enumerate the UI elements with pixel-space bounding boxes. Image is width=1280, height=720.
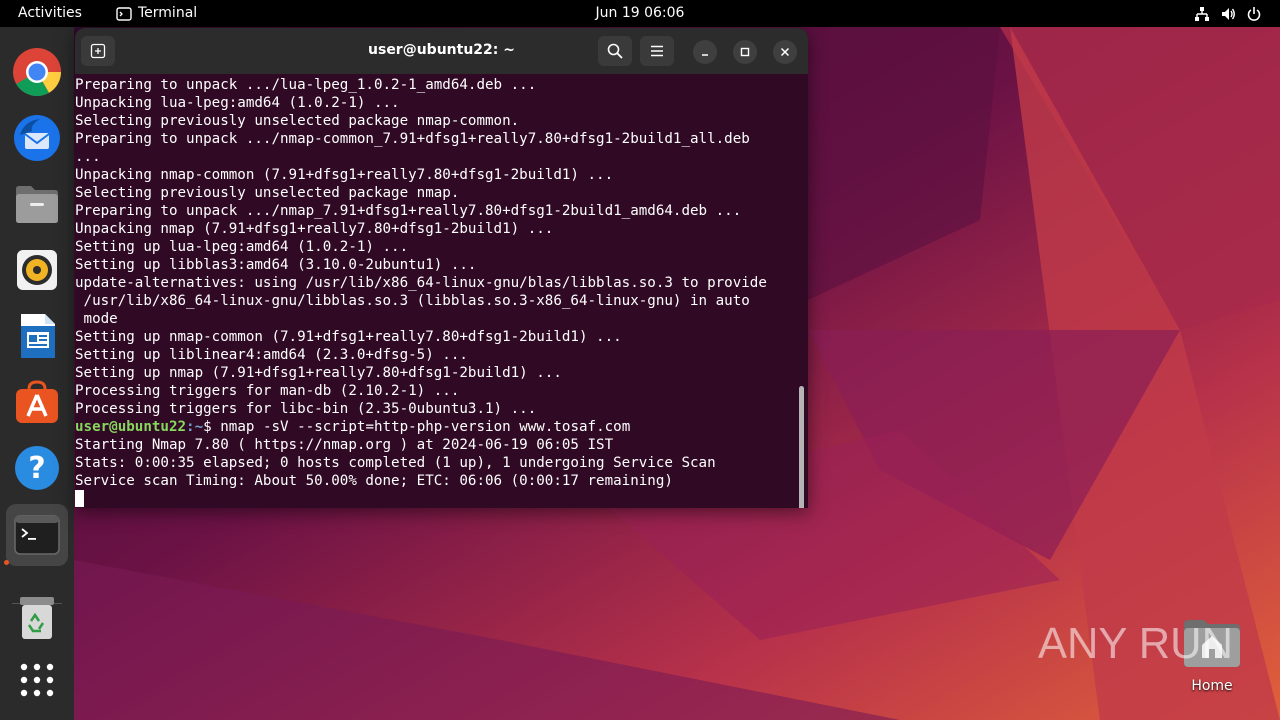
files-icon — [16, 186, 58, 223]
terminal-line: Selecting previously unselected package … — [75, 185, 460, 201]
maximize-button[interactable] — [733, 40, 757, 64]
terminal-header-bar[interactable]: user@ubuntu22: ~ — [75, 28, 808, 74]
dock-terminal[interactable] — [6, 504, 68, 566]
prompt-symbol: $ — [203, 419, 221, 435]
terminal-line: Preparing to unpack .../nmap_7.91+dfsg1+… — [75, 203, 742, 219]
svg-text:?: ? — [28, 451, 45, 486]
close-button[interactable] — [773, 40, 797, 64]
svg-text:ANY RUN: ANY RUN — [1038, 619, 1233, 668]
dock: ? — [0, 27, 74, 720]
home-folder-label[interactable]: Home — [1172, 678, 1252, 694]
system-tray[interactable] — [1194, 0, 1262, 27]
terminal-line: mode — [75, 311, 118, 327]
terminal-line: Setting up liblinear4:amd64 (2.3.0+dfsg-… — [75, 347, 468, 363]
terminal-small-icon — [116, 6, 132, 21]
dock-files[interactable] — [6, 173, 68, 235]
app-menu-label: Terminal — [138, 5, 198, 21]
terminal-line: /usr/lib/x86_64-linux-gnu/libblas.so.3 (… — [75, 293, 750, 309]
top-bar: Activities Terminal Jun 19 06:06 — [0, 0, 1280, 27]
dock-writer[interactable] — [6, 305, 68, 367]
chrome-icon — [13, 48, 62, 97]
terminal-output[interactable]: Preparing to unpack .../lua-lpeg_1.0.2-1… — [75, 74, 808, 508]
minimize-icon — [702, 54, 708, 56]
typed-command: nmap -sV --script=http-php-version www.t… — [220, 419, 631, 435]
trash-icon — [20, 597, 54, 639]
clock[interactable]: Jun 19 06:06 — [596, 5, 685, 21]
menu-button[interactable] — [640, 36, 674, 66]
app-menu[interactable]: Terminal — [116, 0, 197, 27]
dock-rhythmbox[interactable] — [6, 239, 68, 301]
activities-button[interactable]: Activities — [18, 0, 82, 27]
terminal-line: Setting up lua-lpeg:amd64 (1.0.2-1) ... — [75, 239, 409, 255]
terminal-prompt-line: user@ubuntu22:~$ nmap -sV --script=http-… — [75, 418, 630, 436]
terminal-line: Unpacking nmap (7.91+dfsg1+really7.80+df… — [75, 221, 554, 237]
anyrun-watermark: ANY RUN — [1038, 619, 1233, 668]
terminal-line: update-alternatives: using /usr/lib/x86_… — [75, 275, 767, 291]
new-tab-icon — [90, 43, 106, 59]
terminal-line: Unpacking lua-lpeg:amd64 (1.0.2-1) ... — [75, 95, 400, 111]
terminal-line: Processing triggers for libc-bin (2.35-0… — [75, 401, 537, 417]
terminal-line: Service scan Timing: About 50.00% done; … — [75, 473, 673, 489]
terminal-line: ... — [75, 149, 101, 165]
dock-app-grid[interactable] — [6, 649, 68, 711]
writer-icon — [21, 314, 55, 358]
network-icon — [1195, 6, 1209, 21]
thunderbird-icon — [14, 115, 60, 161]
dock-thunderbird[interactable] — [6, 107, 68, 169]
minimize-button[interactable] — [693, 40, 717, 64]
terminal-line: Preparing to unpack .../lua-lpeg_1.0.2-1… — [75, 77, 537, 93]
close-icon — [780, 47, 790, 57]
dock-chrome[interactable] — [6, 41, 68, 103]
terminal-line: Setting up nmap-common (7.91+dfsg1+reall… — [75, 329, 622, 345]
terminal-line: Unpacking nmap-common (7.91+dfsg1+really… — [75, 167, 614, 183]
new-tab-button[interactable] — [81, 36, 115, 66]
terminal-line: Stats: 0:00:35 elapsed; 0 hosts complete… — [75, 455, 716, 471]
terminal-line: Selecting previously unselected package … — [75, 113, 520, 129]
running-indicator — [4, 560, 9, 565]
search-button[interactable] — [598, 36, 632, 66]
terminal-scrollbar[interactable] — [799, 386, 804, 508]
prompt-dir: :~ — [186, 419, 204, 435]
dock-app-center[interactable] — [6, 371, 68, 433]
terminal-line: Setting up libblas3:amd64 (3.10.0-2ubunt… — [75, 257, 477, 273]
maximize-icon — [740, 47, 750, 57]
dock-trash[interactable] — [6, 587, 68, 649]
volume-icon — [1222, 7, 1235, 20]
terminal-cursor — [75, 490, 84, 507]
terminal-line: Processing triggers for man-db (2.10.2-1… — [75, 383, 460, 399]
dock-help[interactable]: ? — [6, 437, 68, 499]
terminal-line: Preparing to unpack .../nmap-common_7.91… — [75, 131, 750, 147]
app-grid-icon — [20, 663, 54, 697]
terminal-window[interactable]: user@ubuntu22: ~ Preparing to unpack ...… — [75, 28, 808, 508]
power-icon — [1247, 6, 1261, 21]
rhythmbox-icon — [17, 250, 57, 290]
app-center-icon — [16, 380, 58, 423]
hamburger-menu-icon — [651, 45, 663, 57]
prompt-user: user@ubuntu22 — [75, 419, 187, 435]
terminal-line: Setting up nmap (7.91+dfsg1+really7.80+d… — [75, 365, 562, 381]
help-icon: ? — [15, 446, 59, 490]
terminal-line: Starting Nmap 7.80 ( https://nmap.org ) … — [75, 437, 614, 453]
search-icon — [607, 43, 623, 59]
terminal-icon — [14, 515, 60, 555]
